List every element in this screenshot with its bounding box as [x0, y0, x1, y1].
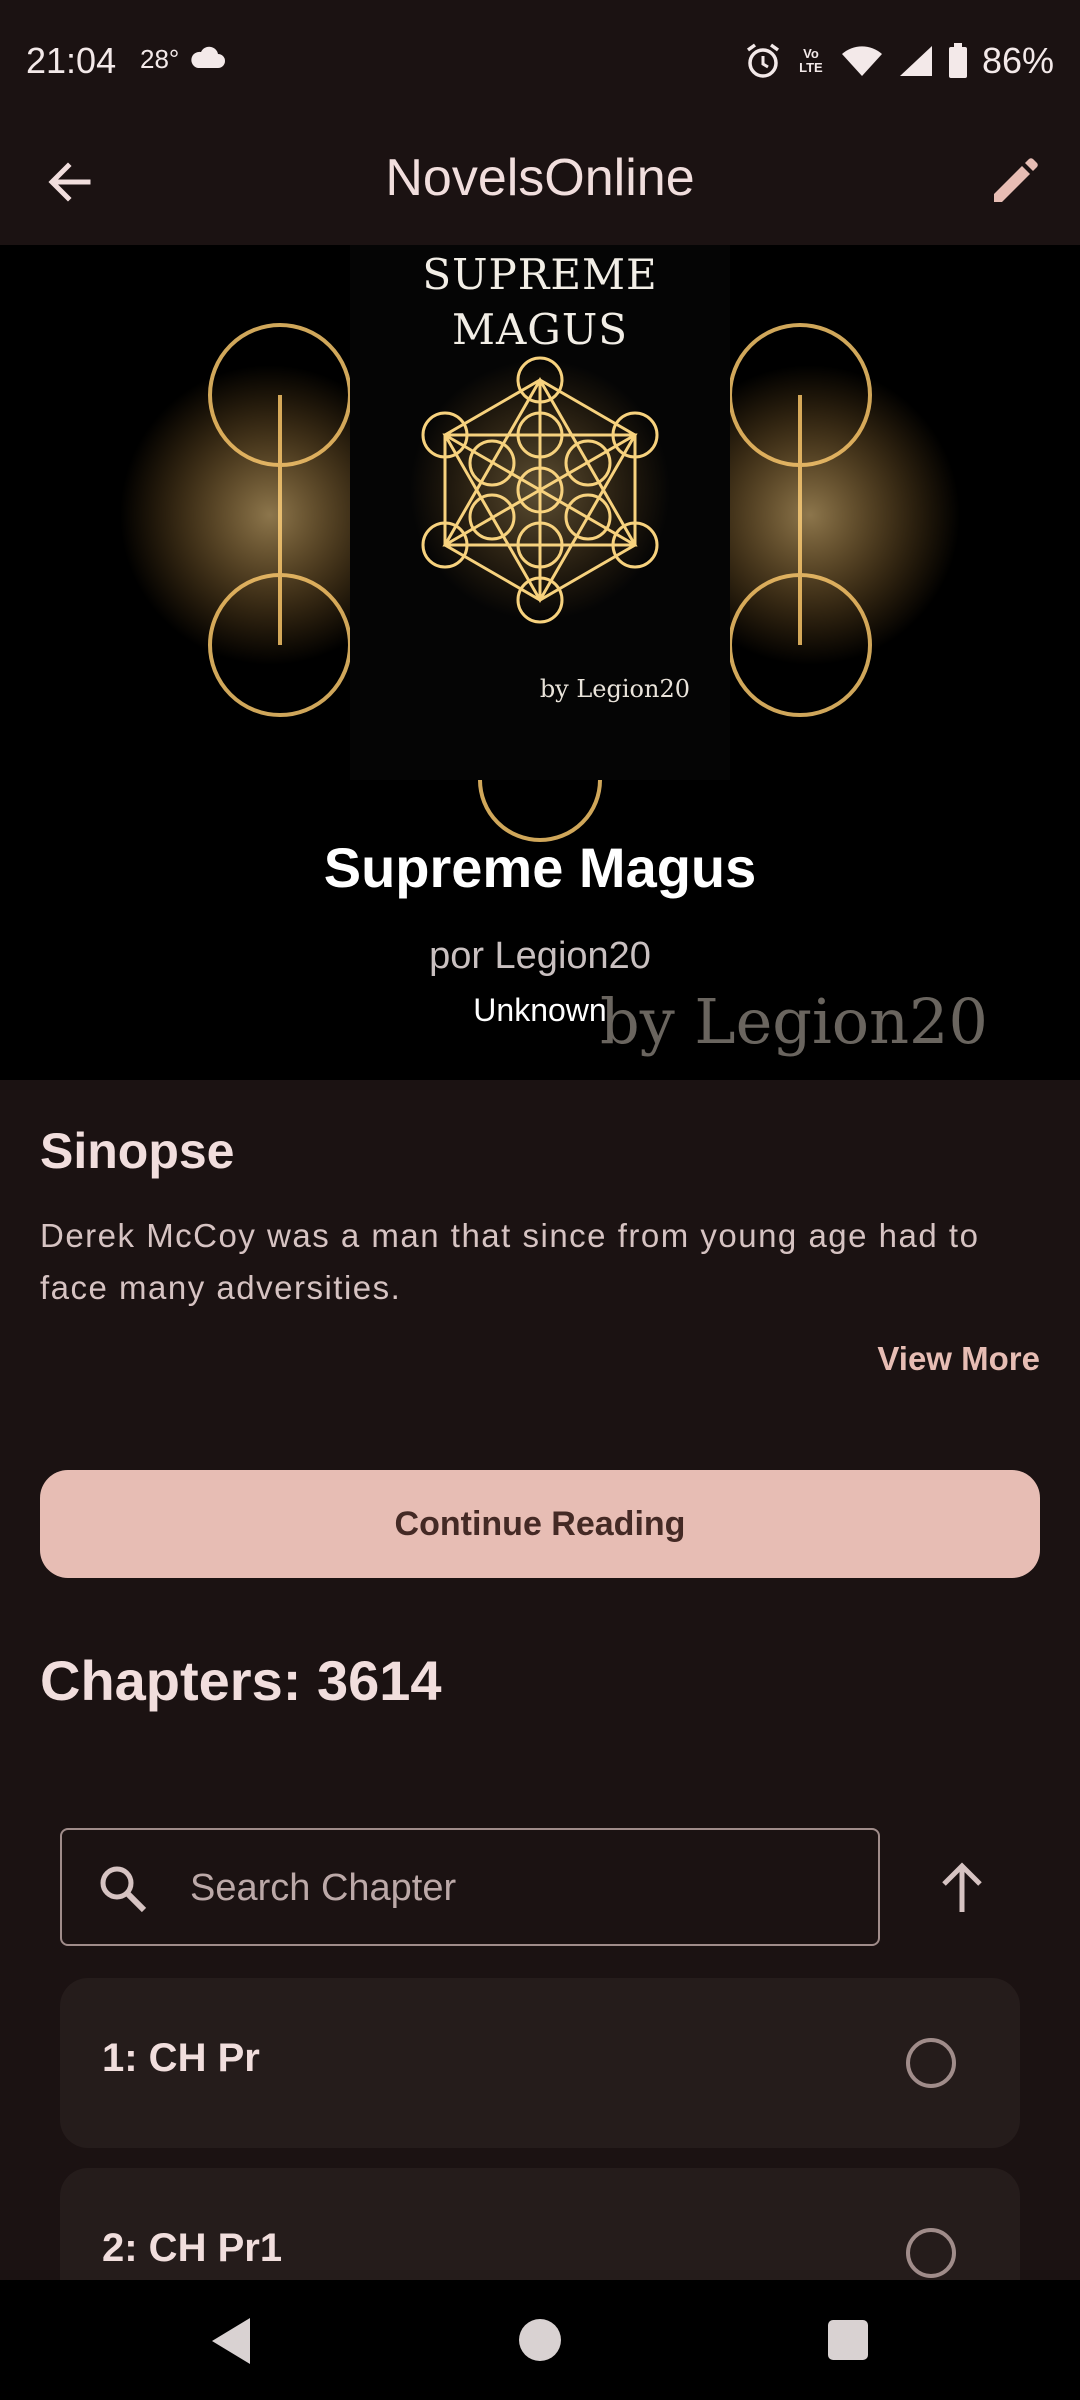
battery-icon [948, 43, 967, 78]
app-bar: NovelsOnline [0, 120, 1080, 245]
wifi-icon [841, 46, 882, 76]
chapter-label: 1: CH Pr [102, 2036, 260, 2080]
volte-icon: Vo LTE [799, 46, 823, 75]
book-title: Supreme Magus [323, 836, 757, 899]
synopsis-text: Derek McCoy was a man that since from yo… [40, 1217, 980, 1306]
chapter-read-radio[interactable] [906, 2038, 956, 2088]
signal-icon [899, 46, 932, 76]
book-cover[interactable]: SUPREME MAGUS by Legion20 [350, 245, 730, 780]
view-more-link[interactable]: View More [877, 1340, 1040, 1378]
continue-reading-button[interactable]: Continue Reading [40, 1470, 1040, 1578]
battery-percent: 86% [981, 40, 1054, 81]
cloud-icon [191, 46, 225, 68]
status-bar: 21:04 28° Vo LTE 86% [0, 0, 1080, 120]
book-status: Unknown [473, 992, 607, 1028]
nav-back-icon[interactable] [206, 2314, 256, 2368]
chapter-search-box[interactable] [60, 1828, 880, 1946]
search-icon [100, 1866, 147, 1913]
nav-recents-icon[interactable] [828, 2320, 868, 2360]
search-chapter-input[interactable] [190, 1850, 850, 1926]
edit-pencil-icon[interactable] [984, 150, 1044, 210]
chapters-count: Chapters: 3614 [40, 1649, 442, 1712]
status-right-group: Vo LTE 86% [744, 36, 1054, 86]
chapter-read-radio[interactable] [906, 2228, 956, 2278]
cover-author: by Legion20 [539, 675, 690, 703]
arrow-up-icon[interactable] [930, 1856, 994, 1920]
system-nav-bar [0, 2280, 1080, 2400]
book-hero: SUPREME MAGUS by Legion20 by Legion20 Su… [0, 245, 1080, 1080]
synopsis-heading: Sinopse [40, 1123, 235, 1179]
book-author: por Legion20 [429, 935, 651, 977]
chapter-item[interactable]: 1: CH Pr [60, 1978, 1020, 2148]
app-title: NovelsOnline [385, 149, 695, 207]
alarm-icon [746, 43, 779, 78]
status-time: 21:04 [26, 40, 117, 81]
metatron-cube-art [410, 356, 670, 624]
status-temperature: 28° [140, 44, 180, 74]
cover-title: SUPREME MAGUS [422, 250, 658, 354]
nav-home-icon[interactable] [519, 2319, 561, 2361]
chapter-label: 2: CH Pr1 [102, 2226, 283, 2270]
